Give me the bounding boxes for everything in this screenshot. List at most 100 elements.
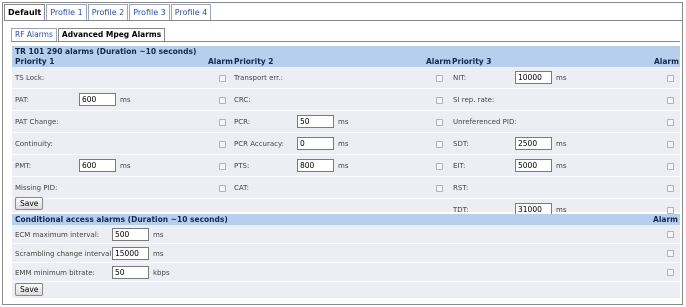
tab-advanced-mpeg-alarms[interactable]: Advanced Mpeg Alarms [57, 28, 166, 42]
tab-default[interactable]: Default [4, 4, 46, 21]
conditional-access-section: Conditional access alarms (Duration ~10 … [12, 214, 680, 298]
alarm-label: PAT Change: [15, 118, 59, 126]
alarm-label: EIT: [453, 162, 466, 170]
alarm-cell-pat: PAT: ms [12, 89, 230, 111]
alarm-label: PAT: [15, 96, 29, 104]
unit-label: ms [120, 96, 131, 104]
unit-label: kbps [153, 269, 170, 277]
scrambling-change-interval-alarm-checkbox[interactable] [667, 250, 674, 257]
pmt-alarm-checkbox[interactable] [219, 163, 226, 170]
tr101-row: Missing PID: CAT: RST: [12, 177, 680, 199]
sdt-alarm-checkbox[interactable] [667, 141, 674, 148]
ecm-maximum-interval-input[interactable] [112, 228, 149, 241]
unit-label: ms [556, 74, 567, 82]
priority-3-header: Priority 3 [452, 57, 492, 66]
alarm-label: Continuity: [15, 140, 53, 148]
crc-alarm-checkbox[interactable] [436, 97, 443, 104]
pat-change-alarm-checkbox[interactable] [219, 119, 226, 126]
tr101-save-button[interactable]: Save [15, 197, 44, 210]
tr101-row: PAT Change: PCR: ms Unreferenced PID: [12, 111, 680, 133]
unreferenced-pid-alarm-checkbox[interactable] [667, 119, 674, 126]
tab-profile-4[interactable]: Profile 4 [170, 4, 212, 20]
tab-profile-1[interactable]: Profile 1 [46, 4, 87, 20]
rst-alarm-checkbox[interactable] [667, 185, 674, 192]
tr101-row: PAT: ms CRC: SI rep. rate: [12, 89, 680, 111]
tr101-row: PMT: ms PTS: ms EIT: ms [12, 155, 680, 177]
tab-rf-alarms[interactable]: RF Alarms [11, 28, 57, 41]
nit-alarm-checkbox[interactable] [667, 75, 674, 82]
pat-alarm-checkbox[interactable] [219, 97, 226, 104]
alarm-label: PMT: [15, 162, 32, 170]
unit-label: ms [338, 140, 349, 148]
sdt-interval-input[interactable] [515, 137, 552, 150]
pmt-interval-input[interactable] [79, 159, 116, 172]
si-rep-rate-alarm-checkbox[interactable] [667, 97, 674, 104]
emm-minimum-bitrate-input[interactable] [112, 266, 149, 279]
alarm-cell-transport-err: Transport err.: [231, 67, 449, 89]
priority-2-alarm-header: Alarm [426, 57, 451, 66]
ts-lock-alarm-checkbox[interactable] [219, 75, 226, 82]
alarm-cell-pcr-accuracy: PCR Accuracy: ms [231, 133, 449, 155]
ca-section-title: Conditional access alarms (Duration ~10 … [12, 214, 680, 225]
profile-tabs-divider [4, 20, 682, 21]
priority-1-header: Priority 1 [15, 57, 55, 66]
pcr-accuracy-interval-input[interactable] [297, 137, 334, 150]
tr101-alarms-section: TR 101 290 alarms (Duration ~10 seconds)… [12, 46, 680, 221]
scrambling-change-interval-input[interactable] [112, 247, 149, 260]
nit-interval-input[interactable] [515, 71, 552, 84]
tr101-section-title: TR 101 290 alarms (Duration ~10 seconds) [12, 46, 680, 57]
cat-alarm-checkbox[interactable] [436, 185, 443, 192]
ca-row: EMM minimum bitrate: kbps [12, 263, 680, 282]
ecm-maximum-interval-alarm-checkbox[interactable] [667, 231, 674, 238]
tab-profile-2[interactable]: Profile 2 [87, 4, 129, 20]
pts-interval-input[interactable] [297, 159, 334, 172]
tdt-alarm-checkbox[interactable] [667, 207, 674, 214]
transport-err-alarm-checkbox[interactable] [436, 75, 443, 82]
alarm-label: Transport err.: [234, 74, 283, 82]
pcr-accuracy-alarm-checkbox[interactable] [436, 141, 443, 148]
alarm-cell-rst: RST: [450, 177, 680, 199]
alarm-type-tabs: RF Alarms Advanced Mpeg Alarms [11, 28, 166, 42]
unit-label: ms [338, 118, 349, 126]
continuity-alarm-checkbox[interactable] [219, 141, 226, 148]
missing-pid-alarm-checkbox[interactable] [219, 185, 226, 192]
alarm-label: Unreferenced PID: [453, 118, 517, 126]
pat-interval-input[interactable] [79, 93, 116, 106]
priority-3-alarm-header: Alarm [654, 57, 679, 66]
alarm-label: RST: [453, 184, 469, 192]
alarm-label: PCR: [234, 118, 251, 126]
unit-label: ms [153, 250, 164, 258]
priority-1-alarm-header: Alarm [208, 57, 233, 66]
alarm-label: CAT: [234, 184, 249, 192]
alarm-label: Missing PID: [15, 184, 58, 192]
unit-label: ms [556, 162, 567, 170]
tr101-row: Continuity: PCR Accuracy: ms SDT: ms [12, 133, 680, 155]
tab-profile-3[interactable]: Profile 3 [129, 4, 170, 20]
unit-label: ms [338, 162, 349, 170]
ca-row: Scrambling change interval: ms [12, 244, 680, 263]
unit-label: ms [153, 231, 164, 239]
ca-label: ECM maximum interval: [15, 231, 100, 239]
ca-save-button[interactable]: Save [15, 283, 44, 296]
priority-2-header: Priority 2 [234, 57, 274, 66]
eit-interval-input[interactable] [515, 159, 552, 172]
alarm-label: TS Lock: [15, 74, 45, 82]
alarm-cell-cat: CAT: [231, 177, 449, 199]
eit-alarm-checkbox[interactable] [667, 163, 674, 170]
emm-minimum-bitrate-alarm-checkbox[interactable] [667, 269, 674, 276]
alarm-label: CRC: [234, 96, 251, 104]
alarm-label: NIT: [453, 74, 467, 82]
pcr-interval-input[interactable] [297, 115, 334, 128]
ca-row: ECM maximum interval: ms [12, 225, 680, 244]
ca-label: EMM minimum bitrate: [15, 269, 95, 277]
unit-label: ms [556, 140, 567, 148]
alarm-label: PTS: [234, 162, 250, 170]
unit-label: ms [120, 162, 131, 170]
pts-alarm-checkbox[interactable] [436, 163, 443, 170]
profile-tabs: Default Profile 1 Profile 2 Profile 3 Pr… [4, 4, 212, 21]
alarm-cell-unreferenced-pid: Unreferenced PID: [450, 111, 680, 133]
alarm-cell-eit: EIT: ms [450, 155, 680, 177]
pcr-alarm-checkbox[interactable] [436, 119, 443, 126]
alarm-cell-sdt: SDT: ms [450, 133, 680, 155]
alarm-cell-nit: NIT: ms [450, 67, 680, 89]
